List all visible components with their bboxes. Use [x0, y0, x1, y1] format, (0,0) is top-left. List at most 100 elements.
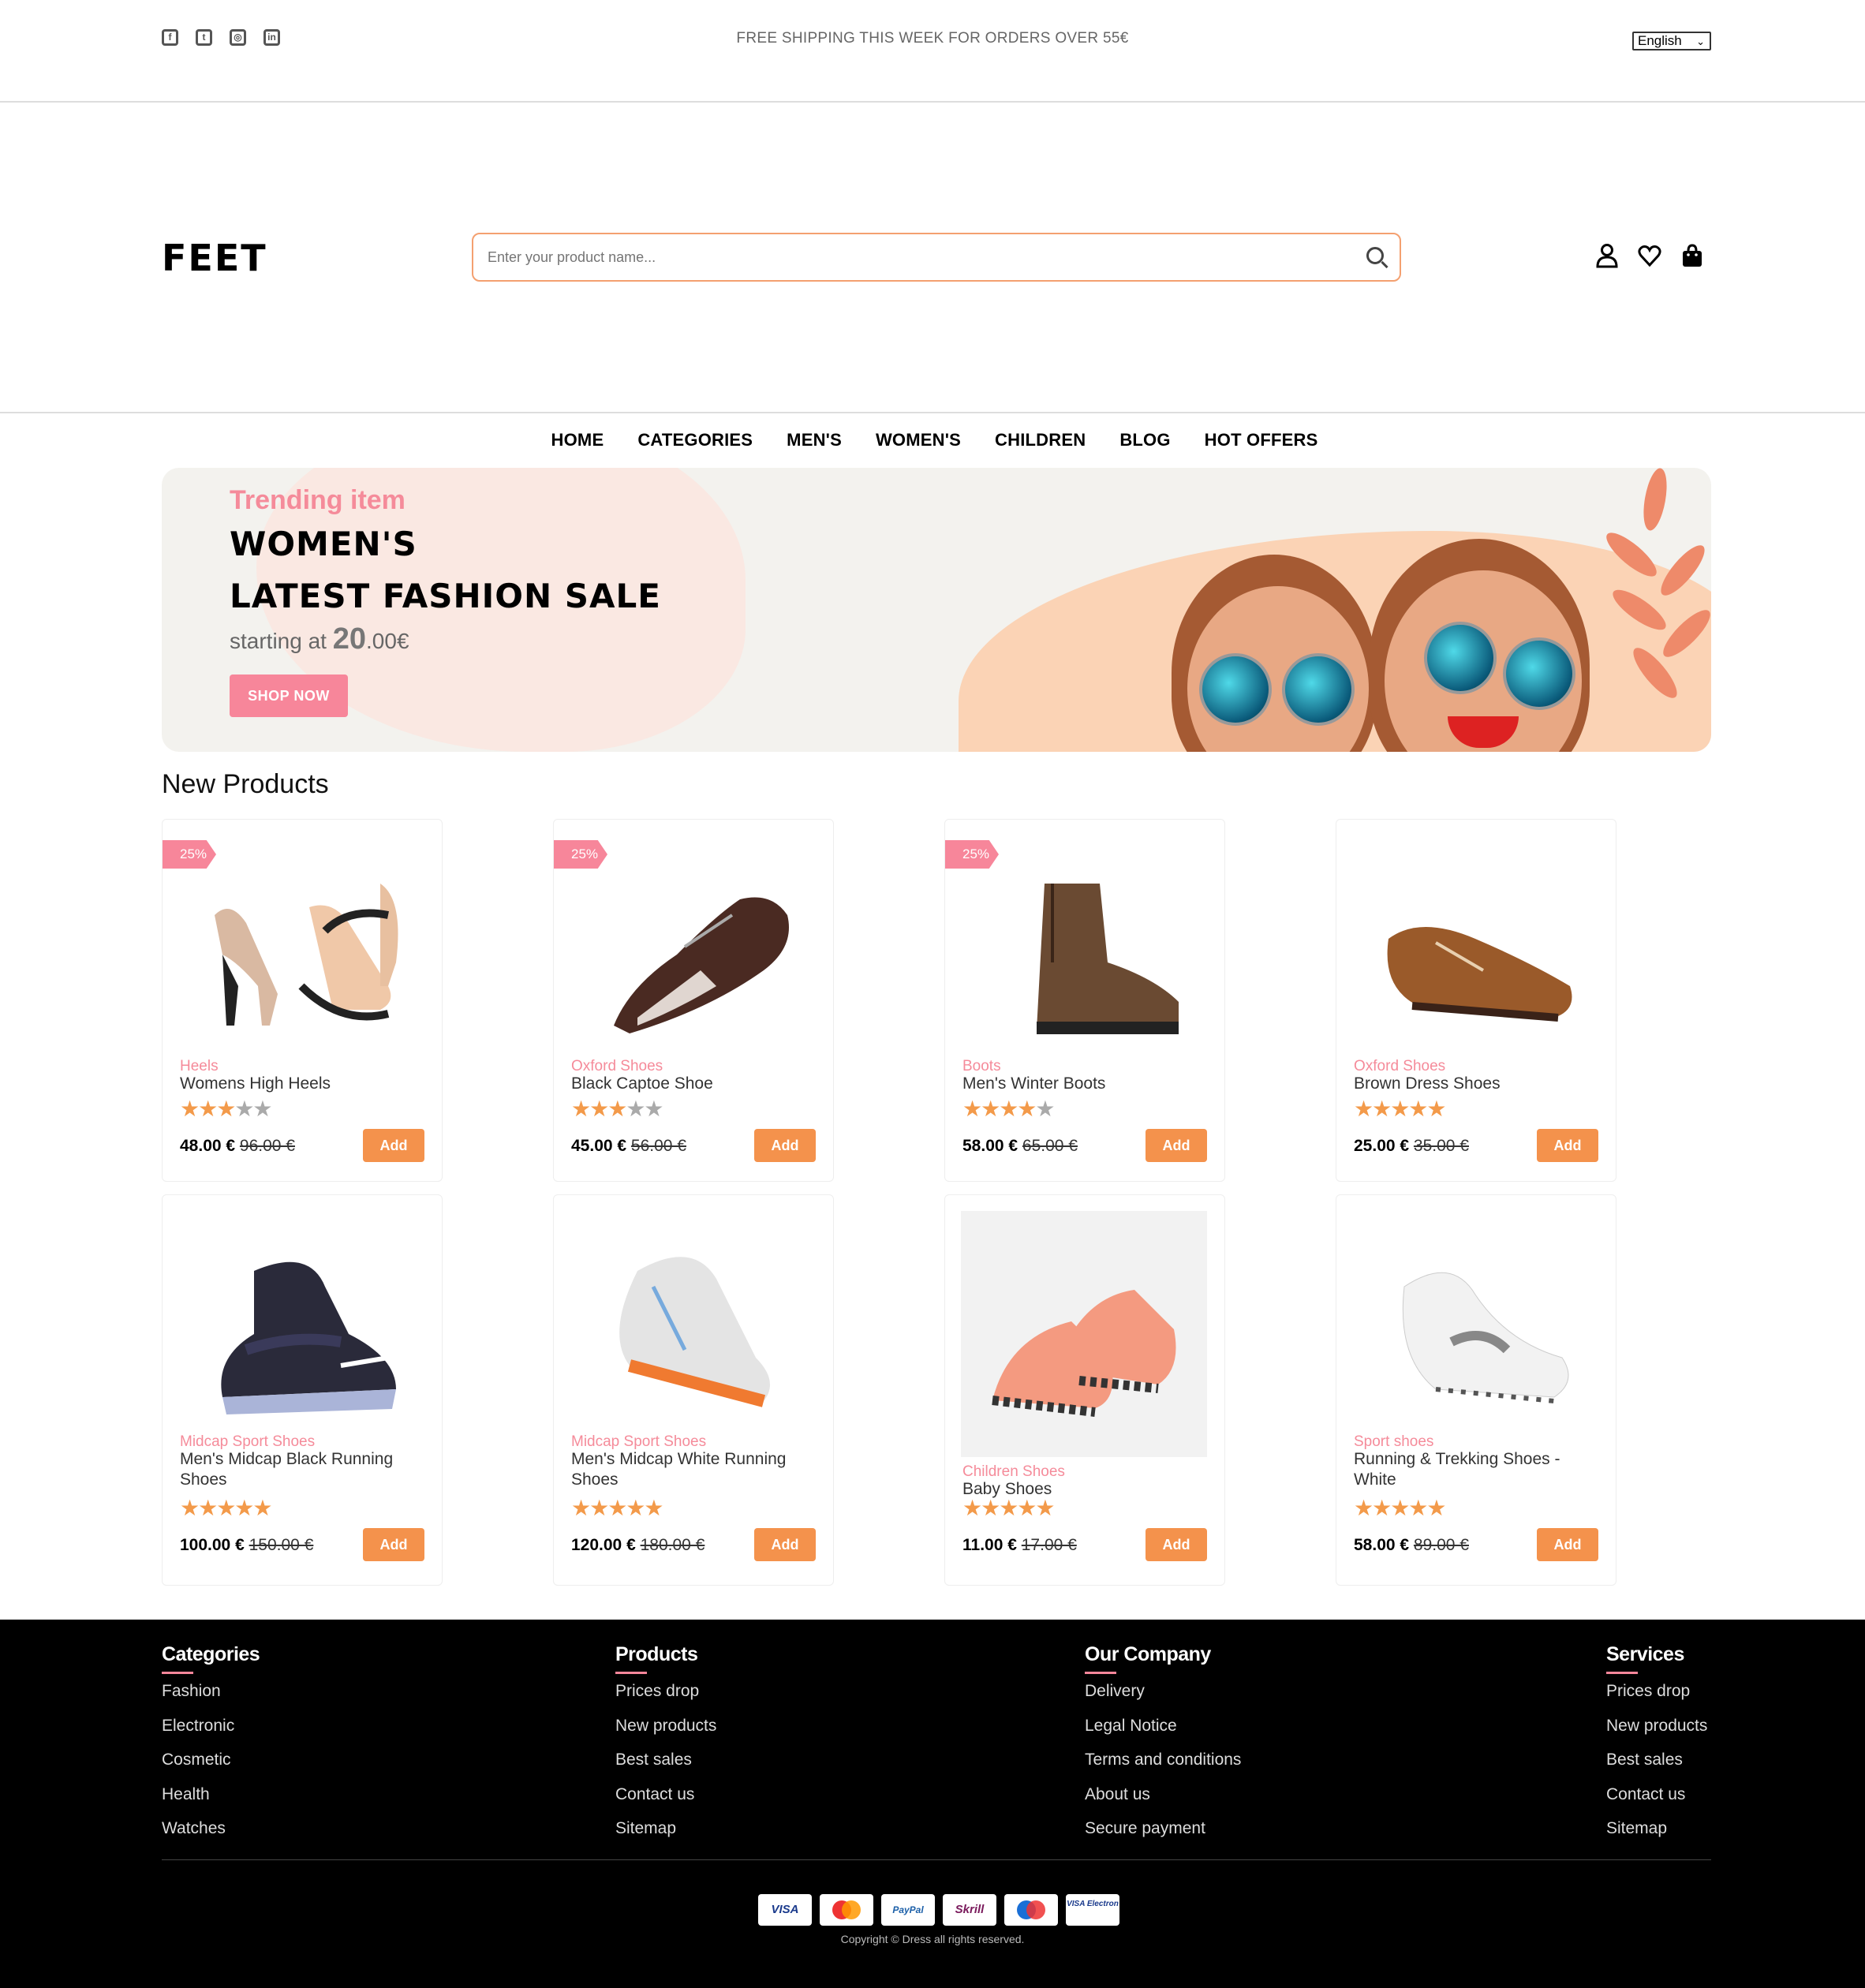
- add-to-cart-button[interactable]: Add: [363, 1129, 424, 1162]
- footer-link[interactable]: Sitemap: [1606, 1819, 1707, 1854]
- product-category[interactable]: Boots: [962, 1058, 1001, 1075]
- search-input[interactable]: [473, 234, 1325, 280]
- product-card[interactable]: Midcap Sport Shoes Men's Midcap Black Run…: [162, 1194, 443, 1586]
- footer-link[interactable]: Sitemap: [615, 1819, 716, 1854]
- product-name[interactable]: Men's Midcap White Running Shoes: [571, 1449, 824, 1490]
- product-image[interactable]: [178, 835, 424, 1082]
- product-price: 25.00 € 35.00 €: [1354, 1137, 1469, 1156]
- product-card[interactable]: Midcap Sport Shoes Men's Midcap White Run…: [553, 1194, 834, 1586]
- nav-mens[interactable]: MEN'S: [787, 430, 842, 450]
- product-card[interactable]: 25% Boots Men's Winter Boots ★★★★★ 58.00 € 6…: [944, 819, 1225, 1182]
- footer-link[interactable]: Fashion: [162, 1682, 260, 1717]
- product-name[interactable]: Womens High Heels: [180, 1074, 432, 1094]
- banner-subtitle: Trending item: [230, 485, 406, 515]
- section-title: New Products: [162, 769, 329, 799]
- visa-electron-icon: VISA Electron: [1066, 1894, 1119, 1926]
- footer-link[interactable]: Cosmetic: [162, 1751, 260, 1785]
- product-category[interactable]: Oxford Shoes: [571, 1058, 663, 1075]
- footer-link[interactable]: Watches: [162, 1819, 260, 1854]
- add-to-cart-button[interactable]: Add: [754, 1528, 816, 1561]
- banner-title-line1: WOMEN'S: [230, 525, 417, 563]
- add-to-cart-button[interactable]: Add: [1146, 1129, 1207, 1162]
- chevron-down-icon: ⌄: [1696, 36, 1705, 47]
- rating-stars: ★★★★★: [180, 1496, 273, 1520]
- old-price: 56.00 €: [630, 1137, 686, 1155]
- nav-categories[interactable]: CATEGORIES: [637, 430, 753, 450]
- search-box: [472, 233, 1401, 282]
- footer-link[interactable]: Best sales: [615, 1751, 716, 1785]
- shipping-notice: FREE SHIPPING THIS WEEK FOR ORDERS OVER …: [736, 30, 1129, 47]
- footer-link[interactable]: Contact us: [1606, 1785, 1707, 1820]
- product-image[interactable]: [961, 1211, 1207, 1457]
- nav-blog[interactable]: BLOG: [1119, 430, 1170, 450]
- current-price: 100.00 €: [180, 1536, 245, 1554]
- product-category[interactable]: Heels: [180, 1058, 219, 1075]
- product-card[interactable]: 25% Heels Womens High Heels ★★★★★ 48.00 € 96…: [162, 819, 443, 1182]
- footer-link[interactable]: New products: [1606, 1717, 1707, 1751]
- product-name[interactable]: Men's Midcap Black Running Shoes: [180, 1449, 432, 1490]
- footer-link[interactable]: Delivery: [1085, 1682, 1241, 1717]
- product-image[interactable]: [570, 1211, 816, 1457]
- current-price: 58.00 €: [962, 1137, 1018, 1155]
- footer-link[interactable]: Prices drop: [1606, 1682, 1707, 1717]
- footer-link[interactable]: About us: [1085, 1785, 1241, 1820]
- add-to-cart-button[interactable]: Add: [754, 1129, 816, 1162]
- footer-link[interactable]: Electronic: [162, 1717, 260, 1751]
- product-image[interactable]: [1352, 1211, 1598, 1457]
- nav-womens[interactable]: WOMEN'S: [876, 430, 961, 450]
- footer-link[interactable]: Contact us: [615, 1785, 716, 1820]
- logo[interactable]: FEET: [162, 237, 267, 279]
- footer-link[interactable]: Best sales: [1606, 1751, 1707, 1785]
- product-category[interactable]: Oxford Shoes: [1354, 1058, 1445, 1075]
- footer-heading: Products: [615, 1643, 716, 1674]
- add-to-cart-button[interactable]: Add: [363, 1528, 424, 1561]
- footer-heading: Categories: [162, 1643, 260, 1674]
- product-category[interactable]: Midcap Sport Shoes: [180, 1433, 315, 1451]
- old-price: 89.00 €: [1413, 1536, 1469, 1554]
- old-price: 65.00 €: [1022, 1137, 1078, 1155]
- banner-price-big: 20: [332, 622, 367, 656]
- product-name[interactable]: Black Captoe Shoe: [571, 1074, 824, 1094]
- product-image[interactable]: [961, 835, 1207, 1082]
- product-name[interactable]: Running & Trekking Shoes - White: [1354, 1449, 1606, 1490]
- current-price: 11.00 €: [962, 1536, 1017, 1554]
- language-select[interactable]: English ⌄: [1632, 32, 1711, 50]
- product-name[interactable]: Men's Winter Boots: [962, 1074, 1215, 1094]
- nav-home[interactable]: HOME: [551, 430, 604, 450]
- heart-icon[interactable]: [1638, 243, 1661, 268]
- shop-now-button[interactable]: SHOP NOW: [230, 674, 348, 717]
- old-price: 150.00 €: [249, 1536, 314, 1554]
- header: FEET: [0, 103, 1865, 413]
- nav-children[interactable]: CHILDREN: [995, 430, 1086, 450]
- product-category[interactable]: Midcap Sport Shoes: [571, 1433, 706, 1451]
- search-icon[interactable]: [1366, 247, 1384, 264]
- product-card[interactable]: Oxford Shoes Brown Dress Shoes ★★★★★ 25.00 …: [1336, 819, 1616, 1182]
- product-card[interactable]: Sport shoes Running & Trekking Shoes - Wh…: [1336, 1194, 1616, 1586]
- footer-link[interactable]: New products: [615, 1717, 716, 1751]
- footer-col-categories: Categories Fashion Electronic Cosmetic H…: [162, 1643, 260, 1854]
- hero-banner: Trending item WOMEN'S LATEST FASHION SAL…: [162, 468, 1711, 752]
- product-category[interactable]: Sport shoes: [1354, 1433, 1433, 1451]
- footer-link[interactable]: Health: [162, 1785, 260, 1820]
- product-card[interactable]: 25% Oxford Shoes Black Captoe Shoe ★★★★★ 45.…: [553, 819, 834, 1182]
- product-image[interactable]: [1352, 835, 1598, 1082]
- nav-hot-offers[interactable]: HOT OFFERS: [1205, 430, 1318, 450]
- add-to-cart-button[interactable]: Add: [1537, 1129, 1598, 1162]
- user-icon[interactable]: [1595, 243, 1619, 268]
- product-category[interactable]: Children Shoes: [962, 1463, 1065, 1481]
- product-image[interactable]: [178, 1211, 424, 1457]
- product-image[interactable]: [570, 835, 816, 1082]
- footer-link[interactable]: Secure payment: [1085, 1819, 1241, 1854]
- language-value: English: [1638, 33, 1682, 48]
- footer-link[interactable]: Legal Notice: [1085, 1717, 1241, 1751]
- product-card[interactable]: Children Shoes Baby Shoes ★★★★★ 11.00 € 17.…: [944, 1194, 1225, 1586]
- add-to-cart-button[interactable]: Add: [1537, 1528, 1598, 1561]
- footer-link[interactable]: Terms and conditions: [1085, 1751, 1241, 1785]
- product-name[interactable]: Brown Dress Shoes: [1354, 1074, 1606, 1094]
- bag-icon[interactable]: [1680, 243, 1704, 268]
- add-to-cart-button[interactable]: Add: [1146, 1528, 1207, 1561]
- discount-badge: 25%: [554, 840, 607, 869]
- banner-price: starting at 20.00€: [230, 622, 409, 656]
- current-price: 45.00 €: [571, 1137, 627, 1155]
- footer-link[interactable]: Prices drop: [615, 1682, 716, 1717]
